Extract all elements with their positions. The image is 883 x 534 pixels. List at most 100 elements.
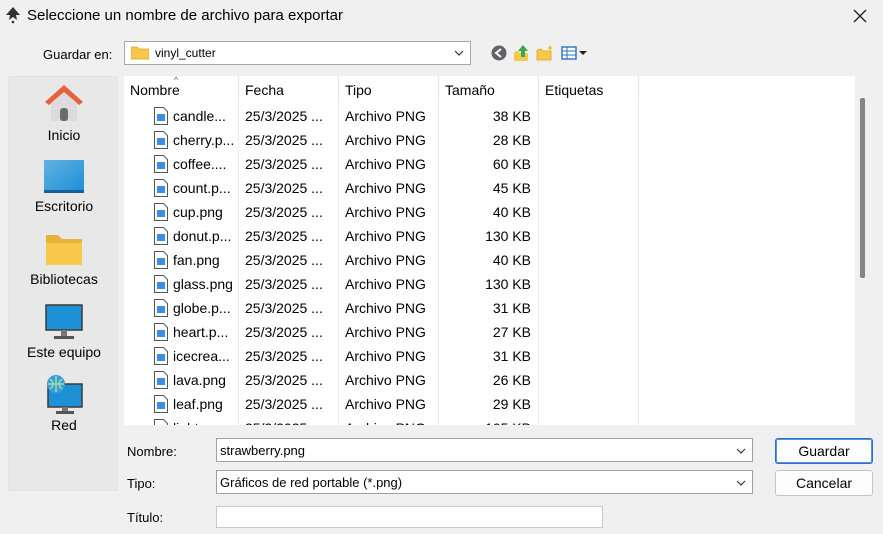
computer-icon bbox=[45, 304, 83, 339]
inkscape-app-icon bbox=[6, 7, 20, 24]
file-type: Archivo PNG bbox=[345, 108, 426, 124]
file-type: Archivo PNG bbox=[345, 420, 426, 425]
places-sidebar: Inicio Escritorio Bibliotecas Este equip… bbox=[8, 76, 118, 491]
place-inicio[interactable]: Inicio bbox=[9, 81, 119, 151]
file-row[interactable]: candle... 25/3/2025 ... Archivo PNG 38 KB bbox=[124, 104, 855, 128]
file-row[interactable]: count.p... 25/3/2025 ... Archivo PNG 45 KB bbox=[124, 176, 855, 200]
png-file-icon bbox=[154, 371, 168, 389]
file-type-combobox[interactable]: Gráficos de red portable (*.png) bbox=[216, 470, 753, 494]
up-one-level-button[interactable] bbox=[511, 43, 531, 63]
file-type: Archivo PNG bbox=[345, 132, 426, 148]
file-row[interactable]: light... 25/3/2025 ... Archivo PNG 105 KB bbox=[124, 416, 855, 425]
png-file-icon bbox=[154, 131, 168, 149]
file-date: 25/3/2025 ... bbox=[245, 324, 323, 340]
file-row[interactable]: donut.p... 25/3/2025 ... Archivo PNG 130 KB bbox=[124, 224, 855, 248]
file-name: cherry.p... bbox=[173, 132, 235, 148]
file-type-value: Gráficos de red portable (*.png) bbox=[220, 475, 403, 490]
column-header-size[interactable]: Tamaño bbox=[439, 76, 539, 102]
save-button[interactable]: Guardar bbox=[775, 438, 873, 464]
close-button[interactable] bbox=[837, 0, 883, 32]
file-type: Archivo PNG bbox=[345, 324, 426, 340]
save-in-combobox[interactable]: vinyl_cutter bbox=[124, 41, 471, 65]
file-row[interactable]: cup.png 25/3/2025 ... Archivo PNG 40 KB bbox=[124, 200, 855, 224]
save-in-label: Guardar en: bbox=[43, 47, 113, 62]
file-row[interactable]: heart.p... 25/3/2025 ... Archivo PNG 27 KB bbox=[124, 320, 855, 344]
file-name: candle... bbox=[173, 108, 226, 124]
column-header-name[interactable]: ^ Nombre bbox=[124, 76, 239, 102]
place-escritorio[interactable]: Escritorio bbox=[9, 156, 119, 226]
type-label: Tipo: bbox=[127, 476, 156, 491]
back-button[interactable] bbox=[489, 43, 509, 63]
file-row[interactable]: icecrea... 25/3/2025 ... Archivo PNG 31 KB bbox=[124, 344, 855, 368]
place-este-equipo[interactable]: Este equipo bbox=[9, 302, 119, 372]
file-list[interactable]: ^ Nombre Fecha Tipo Tamaño Etiquetas can… bbox=[124, 76, 855, 425]
file-row[interactable]: globe.p... 25/3/2025 ... Archivo PNG 31 KB bbox=[124, 296, 855, 320]
file-name: cup.png bbox=[173, 204, 223, 220]
new-folder-button[interactable] bbox=[535, 43, 555, 63]
file-date: 25/3/2025 ... bbox=[245, 372, 323, 388]
file-size: 28 KB bbox=[492, 132, 531, 148]
file-name: donut.p... bbox=[173, 228, 232, 244]
column-header-date[interactable]: Fecha bbox=[239, 76, 339, 102]
column-header-type[interactable]: Tipo bbox=[339, 76, 439, 102]
folder-up-icon bbox=[514, 45, 528, 61]
title-input[interactable] bbox=[216, 506, 603, 528]
file-name-value: strawberry.png bbox=[220, 443, 306, 458]
file-name: globe.p... bbox=[173, 300, 231, 316]
column-header-tags[interactable]: Etiquetas bbox=[539, 76, 639, 102]
file-date: 25/3/2025 ... bbox=[245, 348, 323, 364]
file-name: heart.p... bbox=[173, 324, 229, 340]
file-size: 29 KB bbox=[492, 396, 531, 412]
back-arrow-icon bbox=[491, 45, 507, 61]
file-size: 40 KB bbox=[492, 252, 531, 268]
file-size: 31 KB bbox=[492, 300, 531, 316]
file-date: 25/3/2025 ... bbox=[245, 156, 323, 172]
cancel-button[interactable]: Cancelar bbox=[775, 470, 873, 496]
file-size: 27 KB bbox=[492, 324, 531, 340]
file-name: lava.png bbox=[173, 372, 226, 388]
file-size: 45 KB bbox=[492, 180, 531, 196]
file-row[interactable]: lava.png 25/3/2025 ... Archivo PNG 26 KB bbox=[124, 368, 855, 392]
file-type: Archivo PNG bbox=[345, 396, 426, 412]
file-type: Archivo PNG bbox=[345, 300, 426, 316]
file-list-header: ^ Nombre Fecha Tipo Tamaño Etiquetas bbox=[124, 76, 855, 102]
file-row[interactable]: coffee.... 25/3/2025 ... Archivo PNG 60 KB bbox=[124, 152, 855, 176]
place-label: Escritorio bbox=[34, 198, 94, 214]
file-name: count.p... bbox=[173, 180, 231, 196]
chevron-down-icon bbox=[736, 480, 746, 486]
png-file-icon bbox=[154, 395, 168, 413]
png-file-icon bbox=[154, 155, 168, 173]
close-icon bbox=[853, 9, 867, 23]
file-date: 25/3/2025 ... bbox=[245, 132, 323, 148]
file-date: 25/3/2025 ... bbox=[245, 300, 323, 316]
file-row[interactable]: glass.png 25/3/2025 ... Archivo PNG 130 KB bbox=[124, 272, 855, 296]
place-bibliotecas[interactable]: Bibliotecas bbox=[9, 229, 119, 299]
place-label: Red bbox=[51, 417, 77, 433]
file-type: Archivo PNG bbox=[345, 252, 426, 268]
png-file-icon bbox=[154, 347, 168, 365]
png-file-icon bbox=[154, 251, 168, 269]
file-size: 130 KB bbox=[485, 228, 531, 244]
file-size: 38 KB bbox=[492, 108, 531, 124]
file-type: Archivo PNG bbox=[345, 204, 426, 220]
vertical-scrollbar[interactable] bbox=[855, 76, 869, 425]
file-row[interactable]: fan.png 25/3/2025 ... Archivo PNG 40 KB bbox=[124, 248, 855, 272]
view-menu-button[interactable] bbox=[560, 43, 588, 63]
title-label: Título: bbox=[127, 510, 164, 525]
file-date: 25/3/2025 ... bbox=[245, 204, 323, 220]
file-name: fan.png bbox=[173, 252, 220, 268]
chevron-down-icon bbox=[736, 448, 746, 454]
file-name-combobox[interactable]: strawberry.png bbox=[216, 438, 753, 462]
save-in-value: vinyl_cutter bbox=[155, 46, 216, 60]
file-type: Archivo PNG bbox=[345, 276, 426, 292]
file-row[interactable]: leaf.png 25/3/2025 ... Archivo PNG 29 KB bbox=[124, 392, 855, 416]
png-file-icon bbox=[154, 419, 168, 425]
desktop-icon bbox=[44, 160, 84, 193]
view-grid-icon bbox=[561, 46, 587, 60]
network-icon bbox=[47, 375, 83, 414]
file-size: 40 KB bbox=[492, 204, 531, 220]
chevron-down-icon bbox=[454, 50, 464, 56]
file-row[interactable]: cherry.p... 25/3/2025 ... Archivo PNG 28 KB bbox=[124, 128, 855, 152]
scrollbar-thumb[interactable] bbox=[860, 98, 865, 278]
place-red[interactable]: Red bbox=[9, 375, 119, 445]
